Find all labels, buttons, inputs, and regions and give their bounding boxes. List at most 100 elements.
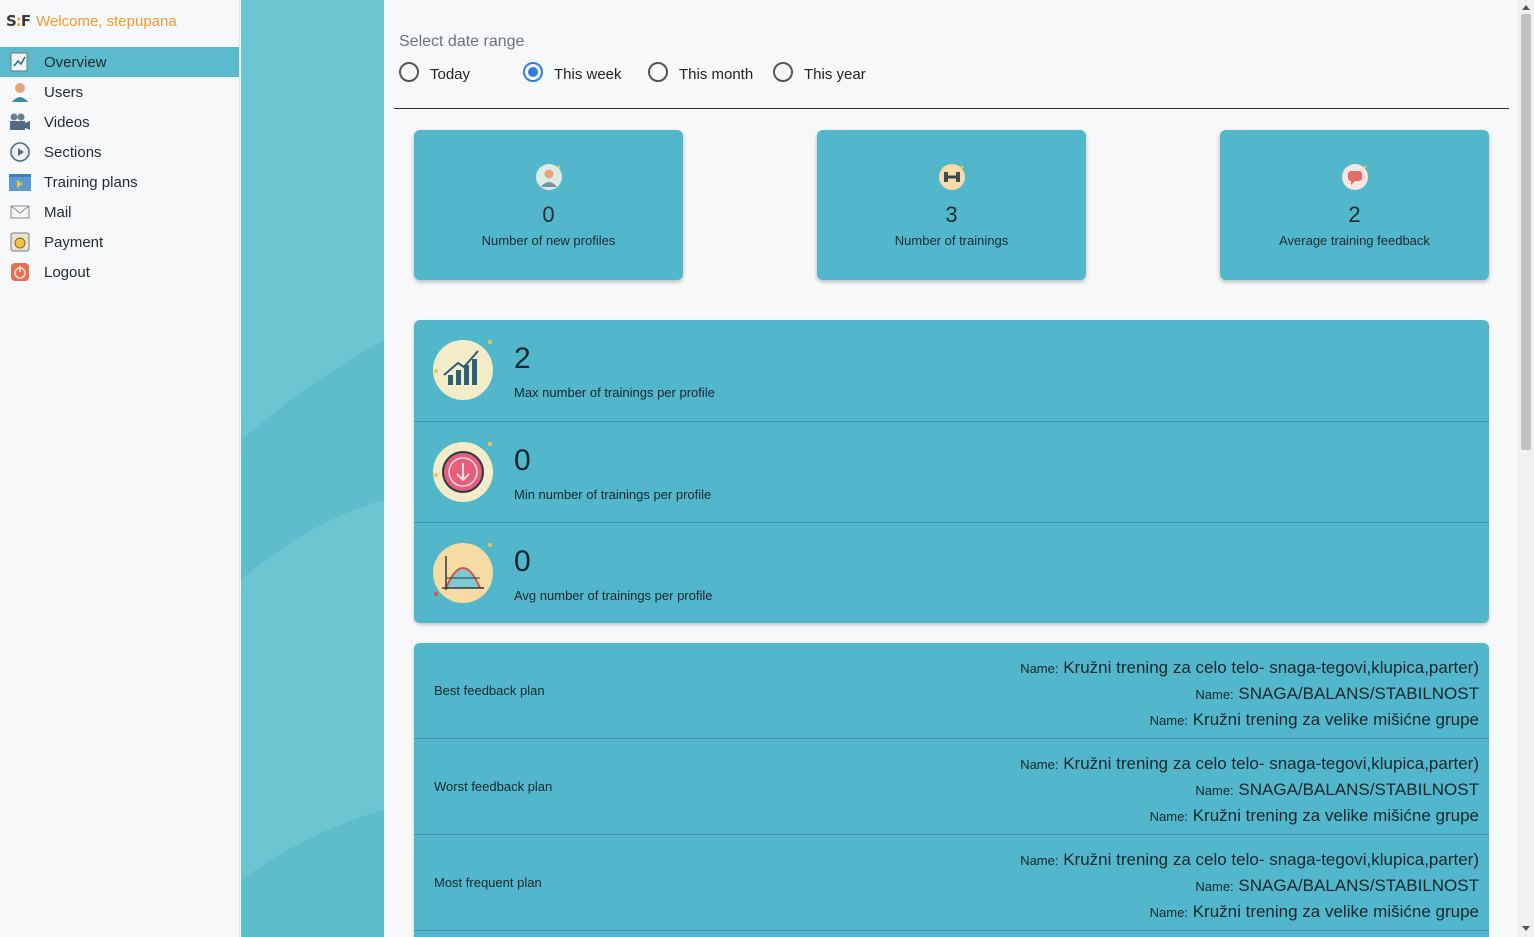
radio-circle[interactable]: [648, 62, 668, 82]
sidebar-item-label: Payment: [44, 233, 104, 251]
main-content: Select date range Today This week This m…: [384, 0, 1518, 937]
scrollbar-thumb[interactable]: [1521, 14, 1531, 450]
stat-value: 0: [514, 444, 531, 477]
plan-name-prefix: Name:: [1195, 687, 1234, 702]
sidebar-item-payment[interactable]: Payment: [0, 227, 239, 257]
card-value: 3: [945, 202, 958, 227]
card-value: 0: [542, 202, 555, 227]
card-label: Number of new profiles: [481, 233, 616, 248]
sidebar-item-overview[interactable]: Overview: [0, 47, 239, 77]
sidebar-item-sections[interactable]: Sections: [0, 137, 239, 167]
sidebar-item-users[interactable]: Users: [0, 77, 239, 107]
sidebar-item-label: Users: [44, 83, 84, 101]
welcome-text: Welcome, stepupana: [36, 12, 177, 30]
plan-names: Name: Kružni trening za celo telo- snaga…: [1020, 751, 1479, 829]
plan-name: Name: Kružni trening za celo telo- snaga…: [1020, 655, 1479, 681]
chart-icon: [8, 51, 32, 73]
decorative-band: [241, 0, 384, 937]
card-new-profiles: 0 Number of new profiles: [414, 130, 683, 280]
radio-circle[interactable]: [523, 62, 543, 82]
plan-name: Name: Kružni trening za velike mišićne g…: [1020, 707, 1479, 733]
user-icon: [8, 81, 32, 103]
card-trainings: 3 Number of trainings: [817, 130, 1086, 280]
plan-name-prefix: Name:: [1020, 757, 1059, 772]
stat-label: Avg number of trainings per profile: [514, 588, 713, 603]
plan-name-value: Kružni trening za celo telo- snaga-tegov…: [1063, 658, 1479, 677]
sidebar-item-label: Mail: [44, 203, 72, 221]
envelope-icon: [8, 201, 32, 223]
page-scrollbar[interactable]: [1518, 0, 1534, 937]
stat-label: Max number of trainings per profile: [514, 385, 715, 400]
date-range-label: Select date range: [399, 33, 525, 50]
plan-name-prefix: Name:: [1020, 853, 1059, 868]
card-feedback: 2 Average training feedback: [1220, 130, 1489, 280]
plan-name: Name: Kružni trening za celo telo- snaga…: [1020, 847, 1479, 873]
plan-label: Best feedback plan: [434, 683, 545, 698]
date-range-options: Today This week This month This year: [399, 62, 866, 84]
plan-name-prefix: Name:: [1020, 661, 1059, 676]
card-value: 2: [1348, 202, 1361, 227]
brand-logo: S:F: [6, 12, 31, 30]
video-camera-icon: [8, 111, 32, 133]
plan-row-worst: Worst feedback plan Name: Kružni trening…: [414, 739, 1489, 835]
plan-label: Most frequent plan: [434, 875, 542, 890]
sidebar-item-training-plans[interactable]: Training plans: [0, 167, 239, 197]
plan-name-prefix: Name:: [1149, 905, 1188, 920]
plan-label: Worst feedback plan: [434, 779, 553, 794]
sidebar-item-label: Training plans: [44, 173, 138, 191]
stat-value: 0: [514, 545, 531, 578]
radio-this-year[interactable]: This year: [773, 62, 866, 84]
stat-row-max: 2 Max number of trainings per profile: [414, 320, 1489, 421]
radio-circle[interactable]: [399, 62, 419, 82]
stat-row-avg: 0 Avg number of trainings per profile: [414, 522, 1489, 623]
plan-name-value: SNAGA/BALANS/STABILNOST: [1238, 684, 1479, 703]
scroll-up-arrow-icon[interactable]: [1522, 5, 1530, 10]
sidebar-nav: Overview Users Videos Sections Training …: [0, 47, 239, 287]
payment-icon: [8, 231, 32, 253]
sidebar-item-label: Sections: [44, 143, 102, 161]
scroll-down-arrow-icon[interactable]: [1522, 926, 1530, 931]
stat-value: 2: [514, 342, 531, 375]
dumbbell-icon: [938, 163, 966, 191]
sidebar-item-label: Videos: [44, 113, 90, 131]
sidebar-item-logout[interactable]: Logout: [0, 257, 239, 287]
plan-name-value: Kružni trening za velike mišićne grupe: [1192, 710, 1479, 729]
card-label: Number of trainings: [894, 233, 1009, 248]
radio-circle[interactable]: [773, 62, 793, 82]
user-badge-icon: [535, 163, 563, 191]
plan-name-value: Kružni trening za celo telo- snaga-tegov…: [1063, 850, 1479, 869]
sidebar-item-videos[interactable]: Videos: [0, 107, 239, 137]
radio-this-month[interactable]: This month: [648, 62, 773, 84]
folder-play-icon: [8, 171, 32, 193]
radio-label: This month: [679, 65, 754, 83]
plan-names: Name: Kružni trening za celo telo- snaga…: [1020, 847, 1479, 925]
power-icon: [8, 261, 32, 283]
plan-names: Name: Kružni trening za celo telo- snaga…: [1020, 655, 1479, 733]
speech-bubble-icon: [1341, 163, 1369, 191]
card-label: Average training feedback: [1279, 233, 1430, 248]
plan-row-best: Best feedback plan Name: Kružni trening …: [414, 643, 1489, 739]
sidebar: S:F Welcome, stepupana Overview Users Vi…: [0, 0, 240, 937]
plan-name: Name: SNAGA/BALANS/STABILNOST: [1020, 681, 1479, 707]
plan-name: Name: Kružni trening za velike mišićne g…: [1020, 899, 1479, 925]
plan-name: Name: Kružni trening za celo telo- snaga…: [1020, 751, 1479, 777]
plan-name-prefix: Name:: [1149, 713, 1188, 728]
plans-panel: Best feedback plan Name: Kružni trening …: [414, 643, 1489, 937]
radio-this-week[interactable]: This week: [523, 62, 648, 84]
sidebar-item-label: Overview: [44, 53, 107, 71]
radio-today[interactable]: Today: [399, 62, 523, 84]
plan-name: Name: SNAGA/BALANS/STABILNOST: [1020, 777, 1479, 803]
plan-row-most-frequent: Most frequent plan Name: Kružni trening …: [414, 835, 1489, 931]
radio-label: This week: [554, 65, 622, 83]
plan-name-value: Kružni trening za velike mišićne grupe: [1192, 806, 1479, 825]
plan-name: Name: Kružni trening za velike mišićne g…: [1020, 803, 1479, 829]
brand-header: S:F Welcome, stepupana: [0, 0, 239, 42]
sidebar-item-label: Logout: [44, 263, 90, 281]
bar-growth-icon: [432, 339, 494, 401]
stat-row-min: 0 Min number of trainings per profile: [414, 421, 1489, 522]
sidebar-item-mail[interactable]: Mail: [0, 197, 239, 227]
radio-label: Today: [430, 65, 471, 83]
divider: [394, 108, 1509, 109]
bell-curve-icon: [432, 542, 494, 604]
plan-name-value: SNAGA/BALANS/STABILNOST: [1238, 876, 1479, 895]
